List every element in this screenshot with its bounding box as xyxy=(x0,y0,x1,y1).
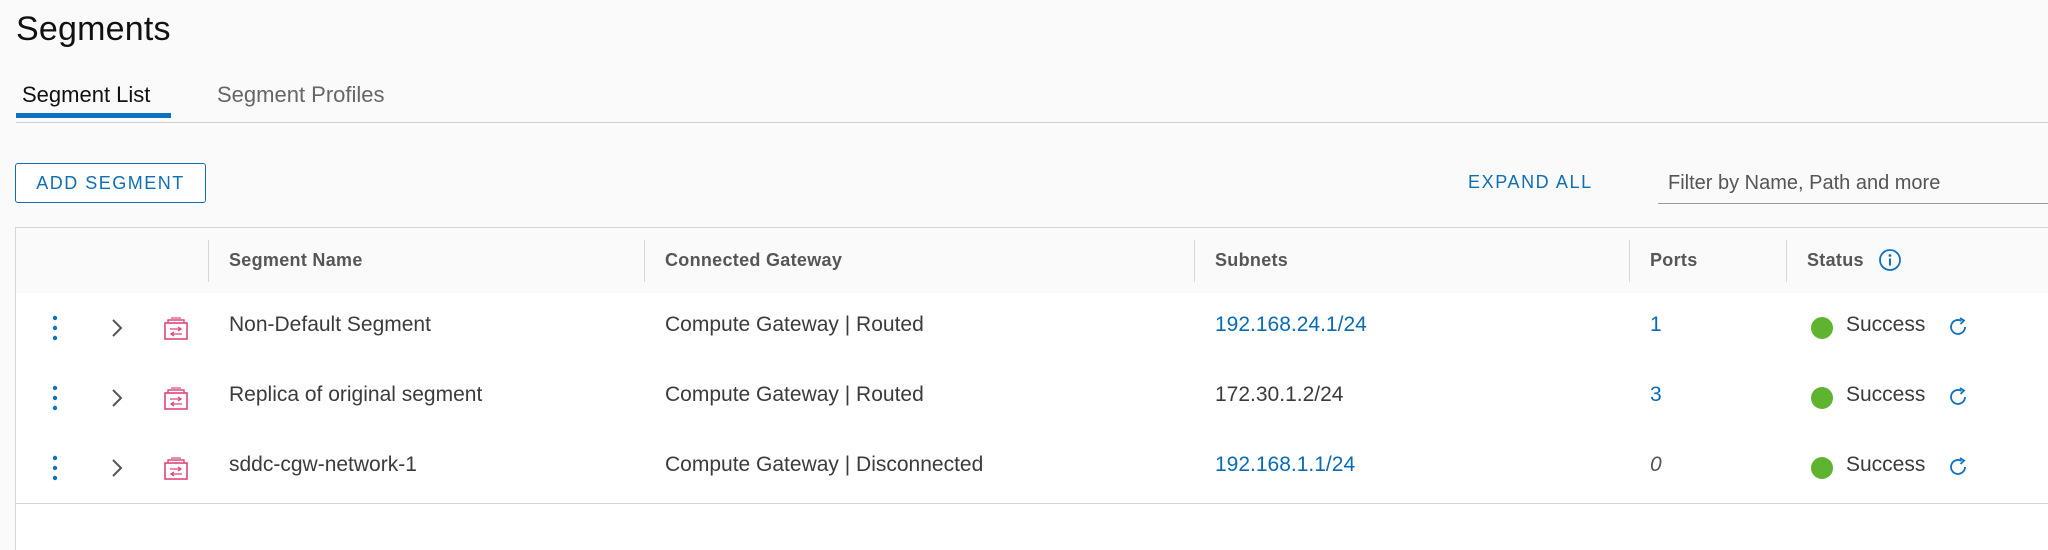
header-connected-gateway[interactable]: Connected Gateway xyxy=(665,250,842,271)
connected-gateway: Compute Gateway | Routed xyxy=(665,313,924,336)
chevron-right-icon[interactable] xyxy=(107,456,127,480)
segment-icon xyxy=(164,387,188,410)
kebab-icon[interactable] xyxy=(49,313,61,343)
tab-segment-profiles[interactable]: Segment Profiles xyxy=(217,80,385,118)
status-text: Success xyxy=(1846,313,1926,336)
refresh-icon[interactable] xyxy=(1946,455,1970,479)
segment-name: Non-Default Segment xyxy=(229,313,431,336)
header-status[interactable]: Status xyxy=(1807,250,1864,271)
subnet-value[interactable]: 192.168.24.1/24 xyxy=(1215,313,1367,337)
header-subnets[interactable]: Subnets xyxy=(1215,250,1288,271)
ports-value: 0 xyxy=(1650,453,1662,476)
status-success-icon xyxy=(1811,317,1833,339)
tab-segment-list[interactable]: Segment List xyxy=(16,80,171,118)
ports-value[interactable]: 3 xyxy=(1650,383,1662,407)
refresh-icon[interactable] xyxy=(1946,385,1970,409)
segment-icon xyxy=(164,317,188,340)
table-header: Segment Name Connected Gateway Subnets P… xyxy=(16,228,2048,294)
column-separator xyxy=(1629,240,1630,282)
refresh-icon[interactable] xyxy=(1946,315,1970,339)
segment-name: sddc-cgw-network-1 xyxy=(229,453,417,476)
table-row[interactable]: Non-Default Segment Compute Gateway | Ro… xyxy=(16,293,2048,364)
expand-all-link[interactable]: EXPAND ALL xyxy=(1468,172,1593,193)
status-text: Success xyxy=(1846,383,1926,406)
tab-bar: Segment List Segment Profiles xyxy=(16,76,2048,123)
status-success-icon xyxy=(1811,457,1833,479)
segment-name: Replica of original segment xyxy=(229,383,483,406)
table-row[interactable]: sddc-cgw-network-1 Compute Gateway | Dis… xyxy=(16,433,2048,504)
connected-gateway: Compute Gateway | Disconnected xyxy=(665,453,984,476)
subnet-value: 172.30.1.2/24 xyxy=(1215,383,1344,406)
chevron-right-icon[interactable] xyxy=(107,316,127,340)
header-ports[interactable]: Ports xyxy=(1650,250,1698,271)
add-segment-button[interactable]: ADD SEGMENT xyxy=(15,163,206,203)
status-success-icon xyxy=(1811,387,1833,409)
kebab-icon[interactable] xyxy=(49,453,61,483)
segments-page: Segments Segment List Segment Profiles A… xyxy=(0,0,2048,550)
info-icon[interactable] xyxy=(1878,248,1902,272)
table-row[interactable]: Replica of original segment Compute Gate… xyxy=(16,363,2048,434)
chevron-right-icon[interactable] xyxy=(107,386,127,410)
page-title: Segments xyxy=(16,10,171,48)
connected-gateway: Compute Gateway | Routed xyxy=(665,383,924,406)
column-separator xyxy=(644,240,645,282)
column-separator xyxy=(208,240,209,282)
filter-input[interactable] xyxy=(1658,164,2048,204)
ports-value[interactable]: 1 xyxy=(1650,313,1662,337)
kebab-icon[interactable] xyxy=(49,383,61,413)
segment-icon xyxy=(164,457,188,480)
subnet-value[interactable]: 192.168.1.1/24 xyxy=(1215,453,1355,477)
column-separator xyxy=(1194,240,1195,282)
column-separator xyxy=(1786,240,1787,282)
header-segment-name[interactable]: Segment Name xyxy=(229,250,363,271)
segments-table: Segment Name Connected Gateway Subnets P… xyxy=(15,227,2048,550)
status-text: Success xyxy=(1846,453,1926,476)
